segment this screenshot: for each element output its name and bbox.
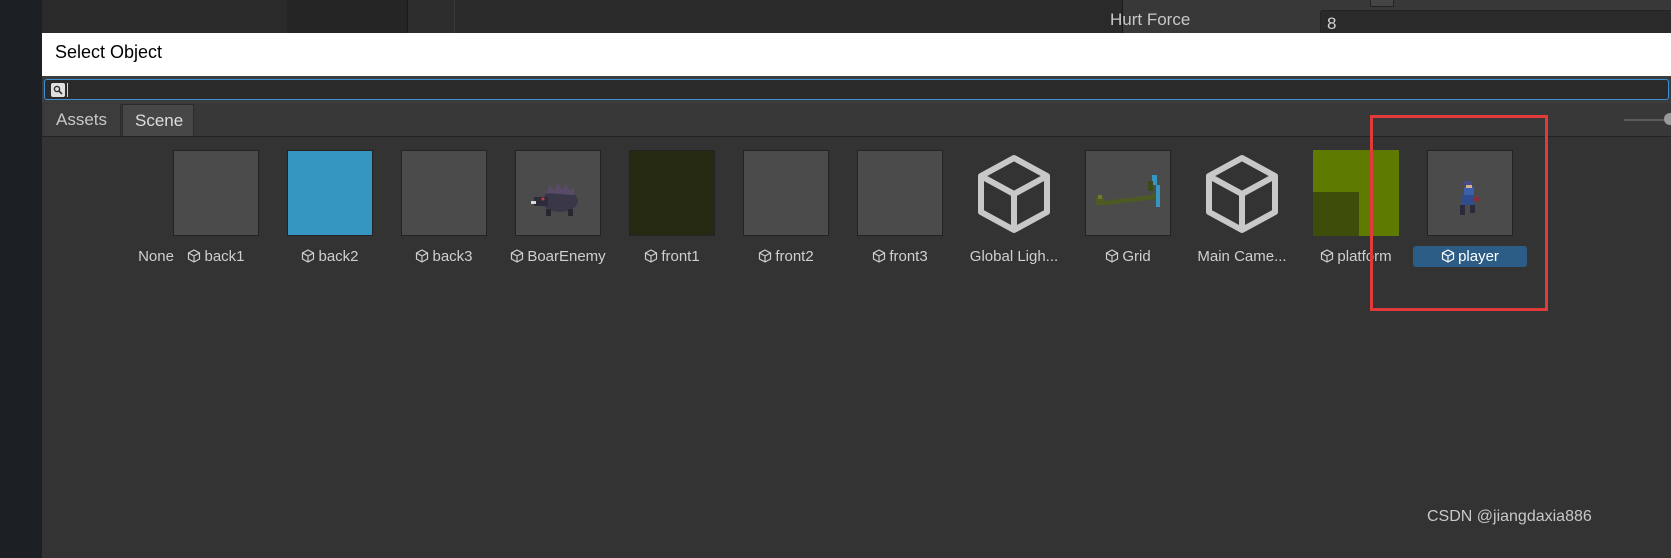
object-item-global-light[interactable]: Global Ligh...: [957, 150, 1067, 265]
grid-platform-thumbnail: [1085, 150, 1171, 236]
blue-square-thumbnail: [287, 150, 373, 236]
dialog-title: Select Object: [55, 42, 163, 62]
object-item-boarenemy[interactable]: BoarEnemy: [501, 150, 611, 265]
object-item-back1[interactable]: back1: [159, 150, 269, 265]
search-input[interactable]: [44, 79, 1669, 100]
object-item-back3[interactable]: back3: [387, 150, 497, 265]
prefab-cube-icon: [302, 249, 315, 263]
prefab-cube-icon: [873, 249, 886, 263]
object-item-label: back2: [273, 248, 387, 265]
blank-thumbnail: [401, 150, 487, 236]
object-item-label: Main Came...: [1197, 248, 1287, 265]
text-caret: [67, 83, 68, 97]
dialog-titlebar[interactable]: Select Object: [42, 33, 1671, 76]
object-item-label: Grid: [1071, 248, 1185, 265]
inspector-field-edge: [1370, 0, 1394, 7]
boar-sprite-thumbnail: [515, 150, 601, 236]
prefab-cube-icon: [1321, 249, 1334, 263]
object-item-front3[interactable]: front3: [843, 150, 953, 265]
blank-thumbnail: [743, 150, 829, 236]
cube-icon: [1199, 150, 1285, 236]
tab-scene[interactable]: Scene: [122, 104, 194, 136]
search-bar: [42, 76, 1671, 103]
prefab-cube-icon: [1106, 249, 1119, 263]
prefab-cube-icon: [188, 249, 201, 263]
editor-panel-column: [287, 0, 408, 33]
object-item-label: front3: [843, 248, 957, 265]
blank-thumbnail: [857, 150, 943, 236]
hurt-force-label: Hurt Force: [1110, 10, 1191, 29]
object-item-front2[interactable]: front2: [729, 150, 839, 265]
object-item-label: back1: [159, 248, 273, 265]
blank-thumbnail: [173, 150, 259, 236]
object-item-front1[interactable]: front1: [615, 150, 725, 265]
object-item-label: front1: [615, 248, 729, 265]
object-item-label: BoarEnemy: [501, 248, 615, 265]
zoom-slider-handle[interactable]: [1664, 113, 1671, 125]
object-item-label: Global Ligh...: [969, 248, 1059, 265]
editor-left-panel: [0, 0, 42, 558]
object-item-label: back3: [387, 248, 501, 265]
prefab-cube-icon: [416, 249, 429, 263]
editor-panel-column: [408, 0, 455, 33]
annotation-highlight-box: [1370, 115, 1548, 311]
object-item-back2[interactable]: back2: [273, 150, 383, 265]
prefab-cube-icon: [759, 249, 772, 263]
object-item-label: front2: [729, 248, 843, 265]
cube-icon: [971, 150, 1057, 236]
object-item-main-camera[interactable]: Main Came...: [1185, 150, 1295, 265]
dark-green-thumbnail: [629, 150, 715, 236]
prefab-cube-icon: [645, 249, 658, 263]
object-item-grid[interactable]: Grid: [1071, 150, 1181, 265]
search-icon: [51, 83, 65, 97]
watermark: CSDN @jiangdaxia886: [1427, 508, 1592, 525]
prefab-cube-icon: [511, 249, 524, 263]
tab-assets[interactable]: Assets: [44, 104, 121, 136]
